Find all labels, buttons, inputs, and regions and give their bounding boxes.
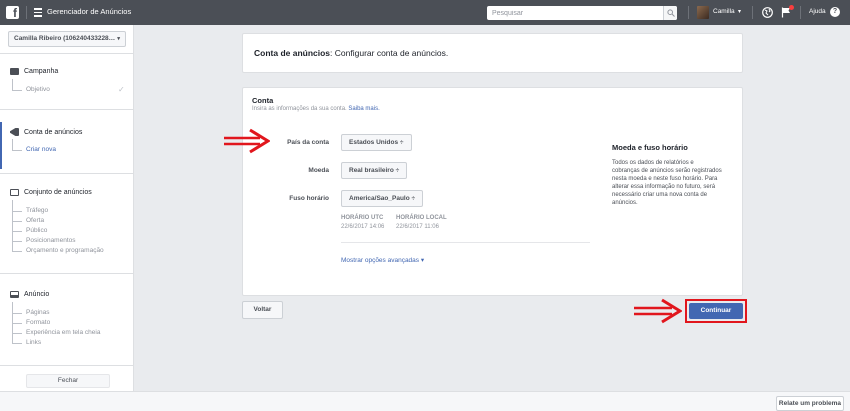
divider (752, 6, 753, 19)
help-icon[interactable]: ? (830, 7, 840, 17)
chevron-down-icon: ▾ (117, 36, 120, 42)
sidebar-item-pages[interactable]: Páginas (12, 302, 50, 316)
sidebar: Camilla Ribeiro (106240433228… ▾ Campanh… (0, 25, 134, 411)
local-time-header: HORÁRIO LOCAL (396, 215, 447, 221)
sidebar-section-title: Conjunto de anúncios (24, 189, 92, 196)
report-problem-button[interactable]: Relate um problema (776, 396, 844, 411)
currency-select[interactable]: Real brasileiro ÷ (341, 162, 408, 179)
divider (341, 242, 590, 243)
app-title[interactable]: Gerenciador de Anúncios (47, 7, 131, 16)
timezone-label: Fuso horário (289, 195, 329, 202)
notification-badge (789, 5, 794, 10)
sidebar-item-offer[interactable]: Oferta (12, 212, 44, 224)
currency-label: Moeda (308, 167, 329, 174)
continue-highlight-box: Continuar (685, 299, 747, 323)
sidebar-item-placements[interactable]: Posicionamentos (12, 232, 76, 244)
close-button[interactable]: Fechar (26, 374, 110, 388)
sidebar-item-traffic[interactable]: Tráfego (12, 200, 48, 214)
sidebar-item-audience[interactable]: Público (12, 222, 47, 234)
sidebar-section-title: Anúncio (24, 291, 50, 298)
facebook-logo-icon[interactable]: f (6, 6, 19, 19)
sidebar-item-fullscreen-experience[interactable]: Experiência em tela cheia (12, 324, 100, 336)
sidebar-item-create-new[interactable]: Criar nova (12, 139, 56, 153)
red-arrow-icon (224, 128, 270, 154)
account-selector-label: Camilla Ribeiro (106240433228… (14, 35, 116, 42)
divider (0, 53, 134, 54)
local-time-value: 22/6/2017 11:06 (396, 224, 439, 230)
learn-more-link[interactable]: Saiba mais. (348, 106, 379, 112)
continue-button[interactable]: Continuar (689, 303, 743, 319)
sidebar-section-campaign[interactable]: Campanha (10, 68, 58, 75)
sidebar-section-ad-set[interactable]: Conjunto de anúncios (10, 189, 92, 196)
page-title-bold: Conta de anúncios (254, 48, 331, 58)
section-title: Conta (252, 96, 274, 105)
top-navigation-bar: f Gerenciador de Anúncios Camilla ▾ Ajud… (0, 0, 850, 25)
avatar[interactable] (697, 6, 709, 19)
ad-set-icon (10, 189, 19, 196)
utc-time-header: HORÁRIO UTC (341, 215, 384, 221)
divider (26, 6, 27, 19)
sidebar-item-format[interactable]: Formato (12, 314, 50, 326)
checkmark-icon: ✓ (118, 85, 125, 94)
search-input[interactable] (487, 6, 661, 20)
divider (0, 109, 134, 110)
red-arrow-icon (634, 298, 682, 324)
menu-icon[interactable] (34, 8, 42, 17)
utc-time-value: 22/6/2017 14:06 (341, 224, 385, 230)
divider (688, 6, 689, 19)
help-label[interactable]: Ajuda (809, 8, 826, 15)
account-form-card: Conta Insira as informações da sua conta… (242, 87, 743, 296)
sidebar-section-title: Conta de anúncios (24, 128, 83, 136)
sidebar-item-budget-schedule[interactable]: Orçamento e programação (12, 242, 104, 254)
divider (0, 173, 134, 174)
account-selector[interactable]: Camilla Ribeiro (106240433228… ▾ (8, 31, 126, 47)
page-header-card: Conta de anúncios: Configurar conta de a… (242, 33, 743, 73)
campaign-icon (10, 68, 19, 75)
user-name[interactable]: Camilla (713, 8, 735, 15)
page-title-rest: : Configurar conta de anúncios. (330, 48, 449, 58)
info-panel-text: Todos os dados de relatórios e cobranças… (612, 160, 722, 206)
country-select[interactable]: Estados Unidos ÷ (341, 134, 412, 151)
divider (0, 365, 134, 366)
sidebar-item-links[interactable]: Links (12, 334, 41, 346)
back-button[interactable]: Voltar (242, 301, 283, 319)
sidebar-item-objective[interactable]: Objetivo (12, 79, 50, 93)
globe-icon[interactable] (762, 7, 773, 18)
sidebar-section-ad-account[interactable]: Conta de anúncios (10, 128, 82, 136)
search-button[interactable] (663, 6, 677, 20)
divider (800, 6, 801, 19)
ad-icon (10, 291, 19, 298)
info-panel-title: Moeda e fuso horário (612, 143, 688, 152)
megaphone-icon (10, 128, 19, 136)
sidebar-section-title: Campanha (24, 68, 59, 75)
section-subtitle: Insira as informações da sua conta. Saib… (252, 106, 380, 112)
section-subtitle-text: Insira as informações da sua conta. (252, 106, 347, 112)
timezone-select[interactable]: America/Sao_Paulo ÷ (341, 190, 424, 207)
sidebar-section-ad[interactable]: Anúncio (10, 291, 49, 298)
show-advanced-options-link[interactable]: Mostrar opções avançadas ▾ (341, 256, 424, 264)
search-icon (667, 9, 675, 17)
chevron-down-icon[interactable]: ▾ (738, 8, 741, 15)
footer-bar: Relate um problema (0, 391, 850, 411)
page-title: Conta de anúncios: Configurar conta de a… (254, 48, 448, 58)
search-box (487, 6, 677, 20)
divider (0, 273, 134, 274)
active-indicator (0, 122, 2, 169)
